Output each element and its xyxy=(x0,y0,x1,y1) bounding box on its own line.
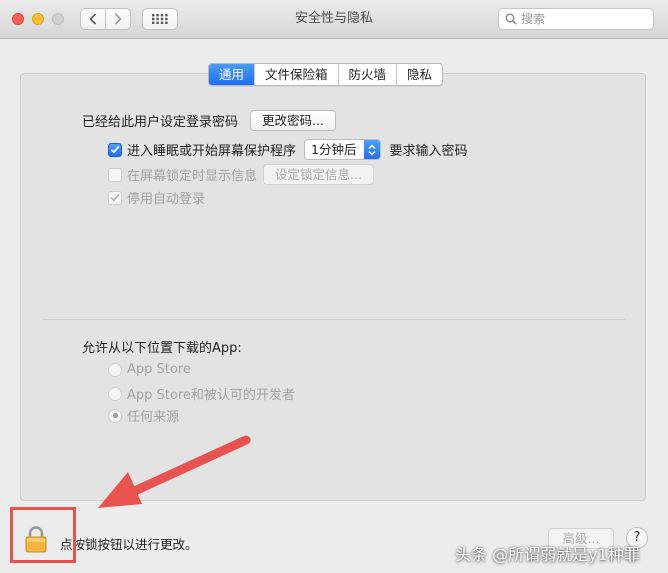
tab-bar: 通用 文件保险箱 防火墙 隐私 xyxy=(208,63,444,86)
require-password-suffix: 要求输入密码 xyxy=(389,144,468,159)
checkmark-icon xyxy=(110,145,120,154)
tab-general[interactable]: 通用 xyxy=(209,64,255,85)
lock-message-label: 在屏幕锁定时显示信息 xyxy=(127,169,258,184)
close-window-button[interactable] xyxy=(12,13,24,25)
password-delay-popup[interactable]: 1分钟后 xyxy=(304,139,382,160)
zoom-window-button[interactable] xyxy=(52,13,64,25)
search-icon xyxy=(505,13,517,25)
download-option-identified[interactable]: App Store和被认可的开发者 xyxy=(108,384,295,403)
download-option-app-store[interactable]: App Store xyxy=(108,362,191,377)
section-divider xyxy=(43,319,625,320)
identified-developers-radio[interactable] xyxy=(108,386,122,401)
require-password-row: 进入睡眠或开始屏幕保护程序 1分钟后 要求输入密码 xyxy=(108,139,467,160)
chevron-left-icon xyxy=(89,13,97,25)
window-title: 安全性与隐私 xyxy=(294,11,373,26)
disable-autologin-checkbox[interactable] xyxy=(108,190,122,205)
search-input[interactable] xyxy=(521,11,647,27)
general-panel: 已经给此用户设定登录密码 更改密码... 进入睡眠或开始屏幕保护程序 1分钟后 … xyxy=(20,73,646,501)
change-password-button[interactable]: 更改密码... xyxy=(250,110,336,131)
anywhere-radio[interactable] xyxy=(108,408,122,423)
require-password-checkbox[interactable] xyxy=(108,142,122,157)
title-bar: 安全性与隐私 xyxy=(0,0,668,39)
tab-privacy[interactable]: 隐私 xyxy=(396,64,442,85)
anywhere-label: 任何来源 xyxy=(127,410,180,425)
app-store-radio[interactable] xyxy=(108,362,122,377)
show-all-button[interactable] xyxy=(142,8,178,30)
watermark: 头条 @所谓弱就是y1种罪 xyxy=(455,545,640,564)
checkmark-icon xyxy=(110,193,120,202)
minimize-window-button[interactable] xyxy=(32,13,44,25)
grid-icon xyxy=(152,14,168,24)
back-button[interactable] xyxy=(80,8,106,30)
popup-stepper-icon xyxy=(364,140,381,159)
downloads-heading: 允许从以下位置下载的App: xyxy=(82,341,242,356)
password-label: 已经给此用户设定登录密码 xyxy=(82,115,239,130)
lock-message-checkbox[interactable] xyxy=(108,167,122,182)
lock-instruction: 点按锁按钮以进行更改。 xyxy=(60,537,198,552)
password-delay-value: 1分钟后 xyxy=(311,142,357,157)
disable-autologin-label: 停用自动登录 xyxy=(127,192,206,207)
tab-filevault[interactable]: 文件保险箱 xyxy=(254,64,338,85)
app-store-label: App Store xyxy=(127,362,191,377)
identified-developers-label: App Store和被认可的开发者 xyxy=(127,388,295,403)
password-row: 已经给此用户设定登录密码 更改密码... xyxy=(82,110,336,131)
set-lock-message-button[interactable]: 设定锁定信息... xyxy=(263,164,374,185)
annotation-highlight-box xyxy=(10,507,76,563)
tab-firewall[interactable]: 防火墙 xyxy=(337,64,397,85)
search-field[interactable] xyxy=(498,8,654,30)
chevron-right-icon xyxy=(114,13,122,25)
disable-autologin-row: 停用自动登录 xyxy=(108,188,205,207)
lock-message-row: 在屏幕锁定时显示信息 设定锁定信息... xyxy=(108,164,374,185)
require-password-label: 进入睡眠或开始屏幕保护程序 xyxy=(127,144,297,159)
download-option-anywhere[interactable]: 任何来源 xyxy=(108,406,179,425)
forward-button[interactable] xyxy=(105,8,131,30)
